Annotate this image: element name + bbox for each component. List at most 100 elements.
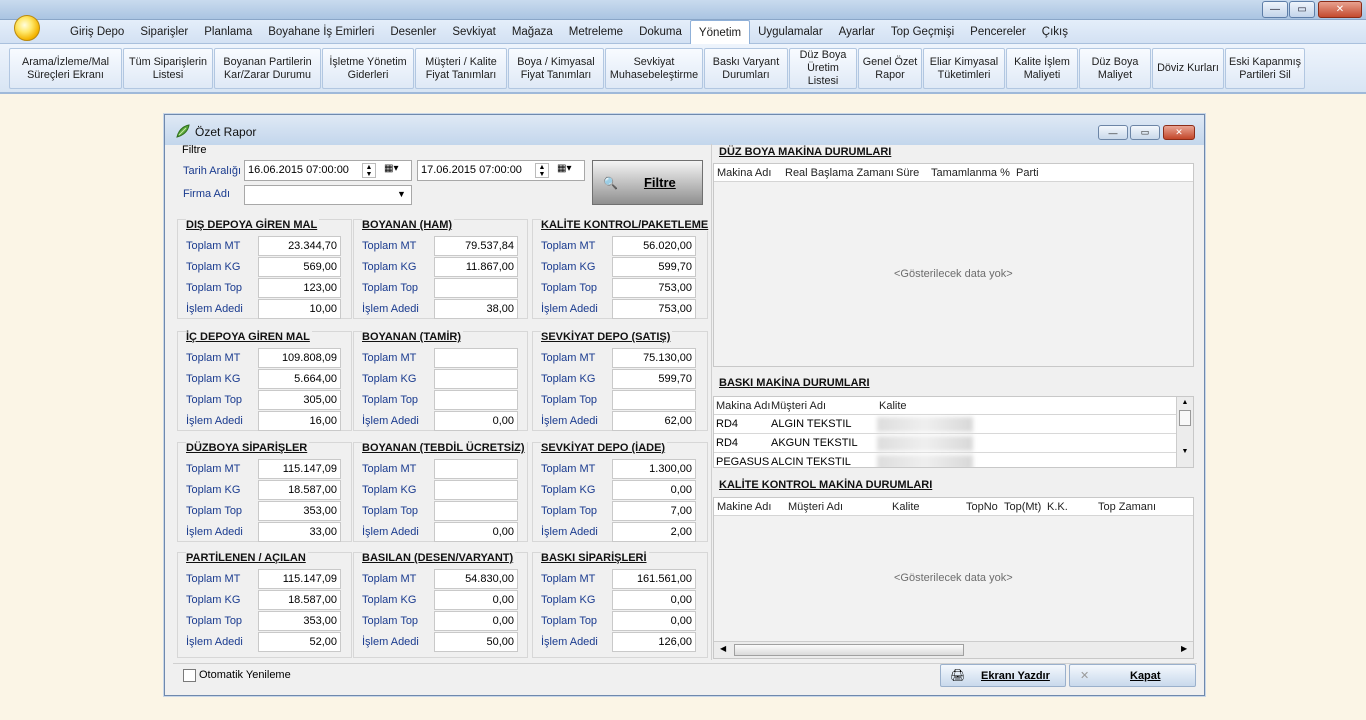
scroll-right-icon[interactable]: ▶ [1181,644,1187,653]
section-title: BOYANAN (TAMİR) [362,331,463,343]
table-row[interactable]: PEGASUS ALCIN TEKSTIL [714,453,1176,467]
section-title: BOYANAN (TEBDİL ÜCRETSİZ) [362,442,527,454]
scroll-thumb[interactable] [1179,410,1191,426]
close-report-button[interactable]: ✕ Kapat [1069,664,1196,687]
hscroll-thumb[interactable] [734,644,964,656]
ribbon-button-14[interactable]: Eski Kapanmış Partileri Sil [1225,48,1305,89]
table-row[interactable]: RD4 AKGUN TEKSTIL [714,434,1176,453]
ribbon-button-11[interactable]: Kalite İşlem Maliyeti [1006,48,1078,89]
spin-icon[interactable]: ▲ ▼ [535,163,549,178]
column-header: Kalite [879,400,907,412]
row-label: Toplam Top [362,394,419,406]
minimize-icon: — [1270,4,1280,15]
value-field: 305,00 [258,390,341,410]
row-label: İşlem Adedi [362,415,419,427]
calendar-dropdown-icon[interactable]: ▦▾ [384,163,398,174]
duz-boya-grid[interactable]: Makina Adı Real Başlama Zamanı Süre Tamamla… [713,163,1194,367]
value-field: 1.300,00 [612,459,696,479]
auto-refresh-checkbox[interactable] [183,669,196,682]
section-title: SEVKİYAT DEPO (SATIŞ) [541,331,673,343]
redacted-quality-cell [877,417,973,432]
ribbon-button-7[interactable]: Baskı Varyant Durumları [704,48,788,89]
ribbon-button-2[interactable]: Boyanan Partilerin Kar/Zarar Durumu [214,48,321,89]
menu-item-1[interactable]: Siparişler [132,20,196,44]
row-label: Toplam KG [186,373,241,385]
ribbon-button-13[interactable]: Döviz Kurları [1152,48,1224,89]
row-label: İşlem Adedi [186,415,243,427]
ribbon-button-4[interactable]: Müşteri / Kalite Fiyat Tanımları [415,48,507,89]
section-title: SEVKİYAT DEPO (İADE) [541,442,668,454]
scroll-down-icon[interactable]: ▼ [1177,448,1193,455]
value-field [434,390,518,410]
baski-grid[interactable]: Makina Adı Müşteri Adı Kalite RD4 ALGIN TEK… [713,396,1194,468]
kalite-hscrollbar[interactable]: ◀ ▶ [714,641,1193,658]
calendar-dropdown-icon[interactable]: ▦▾ [557,163,571,174]
app-orb-icon[interactable] [14,15,40,41]
section-title: BASKI SİPARİŞLERİ [541,552,649,564]
row-label: Toplam MT [186,352,241,364]
value-field [612,390,696,410]
ribbon-button-12[interactable]: Düz Boya Maliyet [1079,48,1151,89]
report-maximize-button[interactable]: ▭ [1130,125,1160,140]
ribbon-button-5[interactable]: Boya / Kimyasal Fiyat Tanımları [508,48,604,89]
column-header: Parti [1016,167,1039,179]
menu-item-2[interactable]: Planlama [196,20,260,44]
menu-item-6[interactable]: Mağaza [504,20,561,44]
menu-item-0[interactable]: Giriş Depo [62,20,132,44]
row-label: Toplam KG [362,484,417,496]
menu-item-11[interactable]: Ayarlar [831,20,883,44]
value-field: 569,00 [258,257,341,277]
ribbon-button-6[interactable]: Sevkiyat Muhasebeleştirme [605,48,703,89]
report-close-button[interactable]: ✕ [1163,125,1195,140]
value-field: 38,00 [434,299,518,319]
report-minimize-button[interactable]: — [1098,125,1128,140]
maximize-button[interactable]: ▭ [1289,1,1315,18]
row-label: Toplam Top [362,615,419,627]
date-from-input[interactable]: 16.06.2015 07:00:00 ▲ ▼ ▦▾ [244,160,412,181]
close-window-button[interactable]: ✕ [1318,1,1362,18]
print-screen-button[interactable]: 🖨 Ekranı Yazdır [940,664,1066,687]
value-field: 0,00 [612,590,696,610]
row-label: Toplam MT [541,573,596,585]
ribbon-button-10[interactable]: Eliar Kimyasal Tüketimleri [923,48,1005,89]
column-header: Real Başlama Zamanı [785,167,894,179]
ribbon-button-1[interactable]: Tüm Siparişlerin Listesi [123,48,213,89]
ribbon-button-0[interactable]: Arama/İzleme/Mal Süreçleri Ekranı [9,48,122,89]
value-field [434,278,518,298]
menu-item-8[interactable]: Dokuma [631,20,690,44]
filter-group-label: Filtre [182,144,207,156]
menu-item-12[interactable]: Top Geçmişi [883,20,962,44]
chevron-down-icon: ▼ [397,189,406,199]
menu-bar: Giriş Depo Siparişler Planlama Boyahane İş … [0,20,1366,44]
filter-button-label: Filtre [643,175,676,190]
ribbon-button-8[interactable]: Düz Boya Üretim Listesi [789,48,857,89]
menu-item-9[interactable]: Yönetim [689,20,751,44]
menu-item-13[interactable]: Pencereler [962,20,1034,44]
firm-label: Firma Adı [183,188,231,200]
column-header: TopNo [966,501,998,513]
firm-select[interactable]: ▼ [244,185,412,205]
row-label: Toplam Top [541,282,598,294]
row-label: Toplam Top [541,394,598,406]
row-label: Toplam MT [186,463,241,475]
kalite-grid[interactable]: Makine Adı Müşteri Adı Kalite TopNo Top(Mt) K… [713,497,1194,659]
menu-item-3[interactable]: Boyahane İş Emirleri [260,20,382,44]
value-field: 753,00 [612,299,696,319]
menu-item-10[interactable]: Uygulamalar [750,20,831,44]
filter-button[interactable]: 🔍 Filtre [592,160,703,205]
baski-scrollbar[interactable]: ▲ ▼ [1176,397,1193,467]
menu-item-5[interactable]: Sevkiyat [444,20,503,44]
row-label: İşlem Adedi [186,636,243,648]
date-to-input[interactable]: 17.06.2015 07:00:00 ▲ ▼ ▦▾ [417,160,585,181]
scroll-left-icon[interactable]: ◀ [720,644,726,653]
menu-item-14[interactable]: Çıkış [1034,20,1076,44]
menu-item-7[interactable]: Metreleme [561,20,631,44]
ribbon-button-9[interactable]: Genel Özet Rapor [858,48,922,89]
ribbon-button-3[interactable]: İşletme Yönetim Giderleri [322,48,414,89]
ribbon-toolbar: Arama/İzleme/Mal Süreçleri Ekranı Tüm Sip… [0,44,1366,94]
scroll-up-icon[interactable]: ▲ [1177,399,1193,406]
menu-item-4[interactable]: Desenler [382,20,444,44]
table-row[interactable]: RD4 ALGIN TEKSTIL [714,415,1176,434]
minimize-button[interactable]: — [1262,1,1288,18]
spin-icon[interactable]: ▲ ▼ [362,163,376,178]
